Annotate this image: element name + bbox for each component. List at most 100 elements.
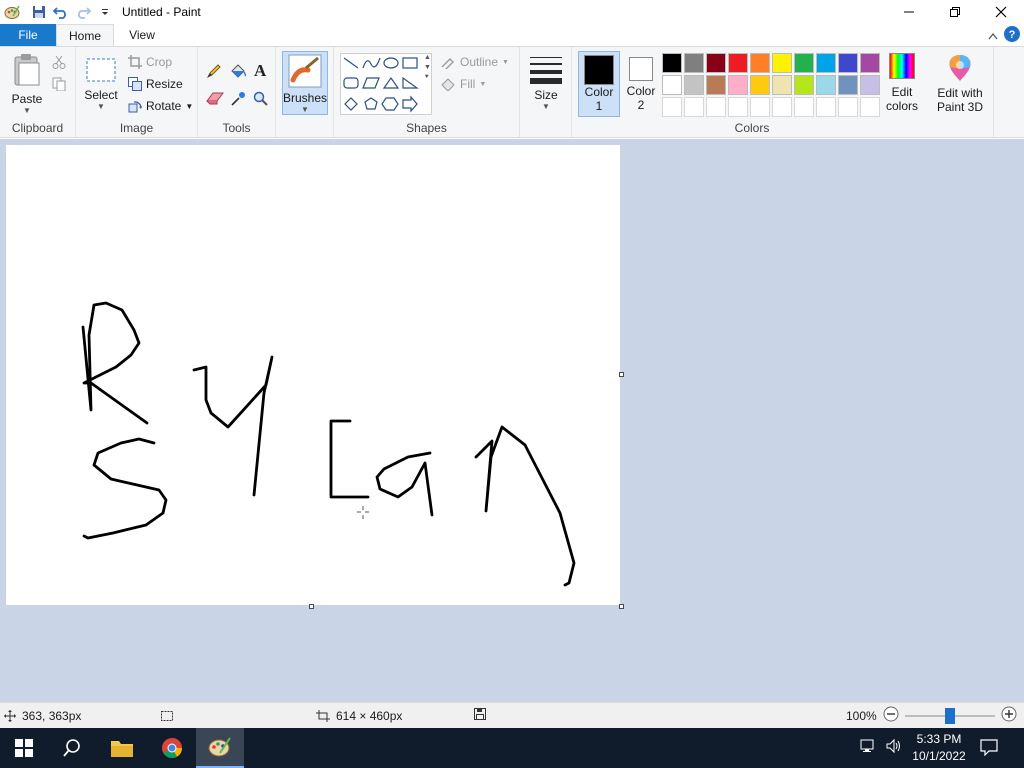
ribbon-tabs: File Home View ?: [0, 24, 1024, 47]
palette-custom-slot[interactable]: [838, 97, 858, 117]
palette-color-swatch[interactable]: [772, 75, 792, 95]
rotate-button[interactable]: Rotate ▼: [128, 99, 193, 113]
paste-dropdown-icon[interactable]: ▼: [8, 106, 46, 115]
paste-button[interactable]: Paste ▼: [8, 53, 46, 115]
fill-bucket-icon[interactable]: [229, 63, 247, 82]
palette-color-swatch[interactable]: [662, 75, 682, 95]
rotate-dropdown-icon[interactable]: ▼: [185, 102, 193, 111]
ribbon: Paste ▼ Clipboard Select ▼ Crop Resize R…: [0, 46, 1024, 138]
palette-custom-slot[interactable]: [728, 97, 748, 117]
redo-icon[interactable]: [74, 3, 92, 21]
palette-custom-slot[interactable]: [750, 97, 770, 117]
tab-file[interactable]: File: [0, 24, 56, 46]
save-icon[interactable]: [30, 3, 48, 21]
paint-taskbar-button[interactable]: [196, 728, 244, 768]
maximize-button[interactable]: [932, 0, 978, 24]
undo-icon[interactable]: [52, 3, 70, 21]
file-explorer-button[interactable]: [98, 728, 146, 768]
shapes-label: Shapes: [406, 121, 447, 135]
palette-custom-slot[interactable]: [662, 97, 682, 117]
zoom-in-button[interactable]: [1001, 706, 1017, 725]
color-picker-icon[interactable]: [230, 91, 246, 110]
palette-custom-slot[interactable]: [794, 97, 814, 117]
customize-quick-access-icon[interactable]: [96, 3, 114, 21]
palette-color-swatch[interactable]: [662, 53, 682, 73]
close-button[interactable]: [978, 0, 1024, 24]
zoom-out-button[interactable]: [883, 706, 899, 725]
collapse-ribbon-icon[interactable]: [988, 29, 998, 43]
resize-handle-corner[interactable]: [619, 604, 624, 609]
palette-color-swatch[interactable]: [728, 75, 748, 95]
palette-color-swatch[interactable]: [794, 75, 814, 95]
palette-color-swatch[interactable]: [816, 53, 836, 73]
paste-icon: [14, 54, 40, 86]
palette-color-swatch[interactable]: [728, 53, 748, 73]
edit-with-paint3d-button[interactable]: Edit with Paint 3D: [930, 53, 990, 114]
size-dropdown-icon[interactable]: ▼: [528, 102, 564, 111]
minimize-button[interactable]: [886, 0, 932, 24]
magnifier-icon[interactable]: [253, 91, 269, 110]
network-icon[interactable]: [860, 738, 876, 757]
drawing-canvas[interactable]: [6, 145, 620, 605]
palette-color-swatch[interactable]: [816, 75, 836, 95]
resize-button[interactable]: Resize: [128, 77, 183, 91]
copy-icon[interactable]: [52, 77, 66, 94]
edit-colors-button[interactable]: Edit colors: [884, 53, 920, 113]
text-tool-icon[interactable]: A: [254, 61, 266, 81]
palette-custom-slot[interactable]: [816, 97, 836, 117]
clock[interactable]: 5:33 PM 10/1/2022: [906, 731, 972, 765]
zoom-slider-thumb[interactable]: [944, 707, 955, 724]
palette-color-swatch[interactable]: [860, 75, 880, 95]
brushes-button[interactable]: Brushes ▼: [282, 51, 328, 115]
shapes-group: ▲ ▼ ⯆ Outline ▼ Fill ▼ Shapes: [334, 47, 520, 137]
color1-button[interactable]: Color 1: [578, 51, 620, 117]
crop-button[interactable]: Crop: [128, 55, 172, 69]
color2-button[interactable]: Color 2: [622, 51, 660, 117]
palette-color-swatch[interactable]: [706, 53, 726, 73]
shapes-scroll[interactable]: ▲ ▼ ⯆: [424, 53, 432, 83]
size-button[interactable]: Size ▼: [528, 55, 564, 111]
palette-color-swatch[interactable]: [750, 53, 770, 73]
tab-home[interactable]: Home: [56, 24, 114, 47]
canvas-workspace[interactable]: [0, 139, 1024, 702]
volume-icon[interactable]: [886, 738, 902, 757]
chrome-button[interactable]: [148, 728, 196, 768]
select-dropdown-icon[interactable]: ▼: [84, 102, 118, 111]
tab-view[interactable]: View: [118, 24, 166, 46]
help-icon[interactable]: ?: [1004, 26, 1020, 45]
select-button[interactable]: Select ▼: [84, 55, 118, 111]
palette-color-swatch[interactable]: [706, 75, 726, 95]
title-bar: Untitled - Paint: [0, 0, 1024, 24]
palette-color-swatch[interactable]: [838, 53, 858, 73]
palette-color-swatch[interactable]: [684, 53, 704, 73]
search-button[interactable]: [48, 728, 96, 768]
outline-button[interactable]: Outline ▼: [440, 55, 509, 69]
palette-color-swatch[interactable]: [772, 53, 792, 73]
palette-custom-slot[interactable]: [684, 97, 704, 117]
zoom-slider[interactable]: [904, 707, 995, 724]
move-cursor-icon: [4, 709, 16, 722]
disk-icon: [474, 708, 486, 720]
palette-custom-slot[interactable]: [772, 97, 792, 117]
resize-handle-bottom[interactable]: [309, 604, 314, 609]
palette-color-swatch[interactable]: [794, 53, 814, 73]
fill-dropdown-icon: ▼: [479, 80, 487, 88]
fill-button[interactable]: Fill ▼: [440, 77, 486, 91]
pencil-icon[interactable]: [206, 63, 222, 82]
resize-handle-right[interactable]: [619, 372, 624, 377]
palette-color-swatch[interactable]: [684, 75, 704, 95]
notifications-icon[interactable]: [980, 738, 998, 759]
palette-custom-slot[interactable]: [860, 97, 880, 117]
palette-color-swatch[interactable]: [838, 75, 858, 95]
size-group: Size ▼: [520, 47, 572, 137]
rotate-icon: [128, 101, 142, 113]
palette-custom-slot[interactable]: [706, 97, 726, 117]
palette-color-swatch[interactable]: [750, 75, 770, 95]
start-button[interactable]: [0, 728, 48, 768]
cursor-position: 363, 363px: [4, 709, 81, 723]
cut-icon[interactable]: [52, 55, 66, 72]
paint-app-icon[interactable]: [0, 0, 24, 24]
palette-color-swatch[interactable]: [860, 53, 880, 73]
eraser-icon[interactable]: [206, 91, 224, 108]
brushes-dropdown-icon[interactable]: ▼: [283, 105, 327, 114]
